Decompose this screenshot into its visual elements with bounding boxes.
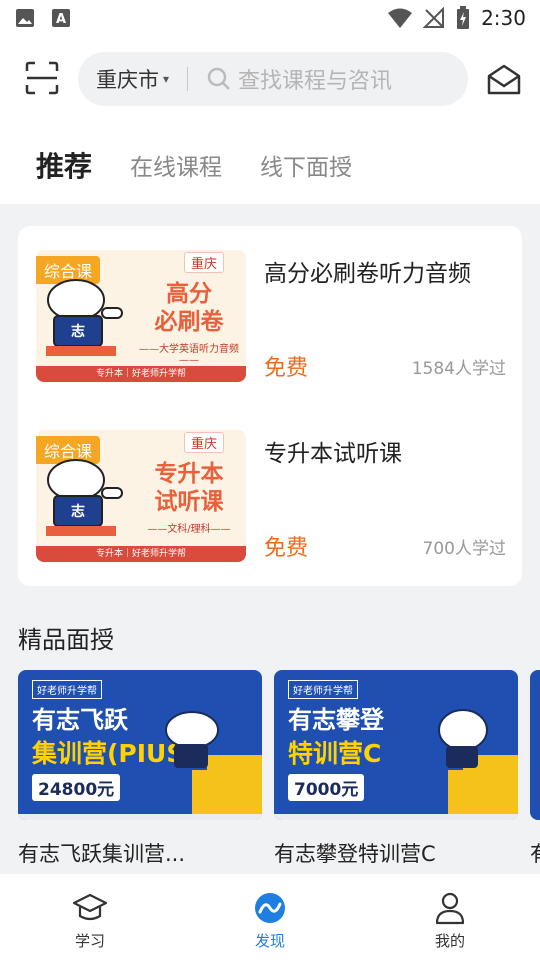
mascot-illustration: 志 — [46, 459, 123, 536]
nav-discover[interactable]: 发现 — [180, 874, 360, 960]
status-bar: A 2:30 — [0, 0, 540, 36]
nav-study[interactable]: 学习 — [0, 874, 180, 960]
nav-label: 学习 — [74, 932, 105, 950]
tab-offline-courses[interactable]: 线下面授 — [260, 148, 352, 182]
promo-title[interactable]: 有志飞跃集训营... — [18, 838, 185, 868]
course-thumb-subtitle: ——大学英语听力音频—— — [139, 344, 239, 366]
course-title[interactable]: 专升本试听课 — [264, 434, 402, 468]
search-bar[interactable]: 重庆市 ▾ 查找课程与咨讯 — [78, 52, 468, 106]
promo-price: 7000元 — [288, 774, 365, 801]
search-icon — [207, 67, 230, 90]
course-learner-count: 700人学过 — [422, 539, 506, 559]
promo-card[interactable]: 好老师升学帮 有志飞跃 集训营(PIUS) 24800元 有志飞跃集训营... — [18, 670, 262, 870]
promo-card-partial[interactable]: 有 — [530, 670, 540, 870]
promo-banner[interactable]: 好老师升学帮 有志攀登 特训营C 7000元 — [274, 670, 518, 820]
scan-icon[interactable] — [24, 60, 60, 96]
course-item[interactable]: 综合课 重庆 志 高分 必刷卷 ——大学英语听力音频—— 专升本｜好老师升学帮 … — [36, 250, 506, 382]
course-list-card: 综合课 重庆 志 高分 必刷卷 ——大学英语听力音频—— 专升本｜好老师升学帮 … — [18, 226, 522, 586]
course-price: 免费 — [264, 356, 309, 381]
course-city-tag: 重庆 — [183, 432, 224, 453]
discover-icon — [255, 893, 285, 923]
premium-courses-carousel[interactable]: 好老师升学帮 有志飞跃 集训营(PIUS) 24800元 有志飞跃集训营... … — [18, 670, 540, 870]
svg-text:A: A — [56, 12, 66, 27]
course-thumb-line1: 专升本 — [154, 461, 224, 487]
wifi-icon — [388, 8, 413, 28]
promo-mascot-illustration — [438, 709, 518, 820]
course-city-tag: 重庆 — [183, 252, 224, 273]
nav-label: 我的 — [434, 932, 465, 950]
course-thumb-line2: 试听课 — [154, 489, 224, 515]
nav-profile[interactable]: 我的 — [360, 874, 540, 960]
svg-text:志: 志 — [71, 503, 85, 520]
promo-banner[interactable]: 好老师升学帮 有志飞跃 集训营(PIUS) 24800元 — [18, 670, 262, 820]
image-notification-icon — [16, 9, 34, 27]
course-thumb-line1: 高分 — [166, 281, 212, 307]
promo-title[interactable]: 有志攀登特训营C — [274, 838, 436, 868]
tab-online-courses[interactable]: 在线课程 — [130, 148, 222, 182]
battery-charging-icon — [457, 6, 470, 29]
nav-label: 发现 — [254, 932, 285, 950]
promo-strip — [274, 814, 518, 820]
city-dropdown-icon[interactable]: ▾ — [163, 72, 169, 86]
svg-text:志: 志 — [71, 323, 85, 340]
search-input[interactable]: 查找课程与咨讯 — [238, 63, 392, 95]
promo-card[interactable]: 好老师升学帮 有志攀登 特训营C 7000元 有志攀登特训营C — [274, 670, 518, 870]
mail-icon[interactable] — [486, 62, 522, 98]
font-notification-icon: A — [52, 9, 70, 27]
promo-price: 24800元 — [32, 774, 121, 801]
mascot-illustration: 志 — [46, 279, 123, 356]
course-thumbnail[interactable]: 综合课 重庆 志 高分 必刷卷 ——大学英语听力音频—— 专升本｜好老师升学帮 — [36, 250, 246, 382]
course-thumb-footer: 专升本｜好老师升学帮 — [36, 546, 246, 562]
section-title: 精品面授 — [18, 626, 114, 654]
course-item[interactable]: 综合课 重庆 志 专升本 试听课 ——文科/理科—— 专升本｜好老师升学帮 专升… — [36, 430, 506, 562]
promo-logo: 好老师升学帮 — [288, 680, 358, 699]
course-thumb-footer: 专升本｜好老师升学帮 — [36, 366, 246, 382]
graduation-cap-icon — [72, 893, 108, 921]
bottom-navigation: 学习 发现 我的 — [0, 874, 540, 960]
no-signal-icon — [423, 7, 445, 28]
course-price: 免费 — [264, 536, 309, 561]
course-thumb-subtitle: ——文科/理科—— — [147, 524, 231, 535]
search-divider — [187, 67, 189, 91]
promo-strip — [18, 814, 262, 820]
header: 重庆市 ▾ 查找课程与咨讯 — [0, 36, 540, 126]
promo-banner[interactable] — [530, 670, 540, 820]
promo-logo: 好老师升学帮 — [32, 680, 102, 699]
promo-title[interactable]: 有 — [530, 838, 540, 868]
course-learner-count: 1584人学过 — [411, 359, 506, 379]
course-title[interactable]: 高分必刷卷听力音频 — [264, 254, 471, 288]
promo-headline: 有志飞跃 — [32, 706, 128, 734]
promo-headline: 有志攀登 — [288, 706, 384, 734]
promo-subheadline: 特训营C — [288, 739, 382, 768]
person-icon — [435, 892, 465, 925]
category-tabs: 推荐 在线课程 线下面授 — [0, 126, 540, 204]
status-time: 2:30 — [481, 6, 526, 30]
tab-recommended[interactable]: 推荐 — [36, 145, 92, 185]
course-thumb-line2: 必刷卷 — [154, 309, 224, 335]
city-selector[interactable]: 重庆市 — [78, 64, 159, 94]
course-thumbnail[interactable]: 综合课 重庆 志 专升本 试听课 ——文科/理科—— 专升本｜好老师升学帮 — [36, 430, 246, 562]
promo-mascot-illustration — [165, 711, 262, 820]
